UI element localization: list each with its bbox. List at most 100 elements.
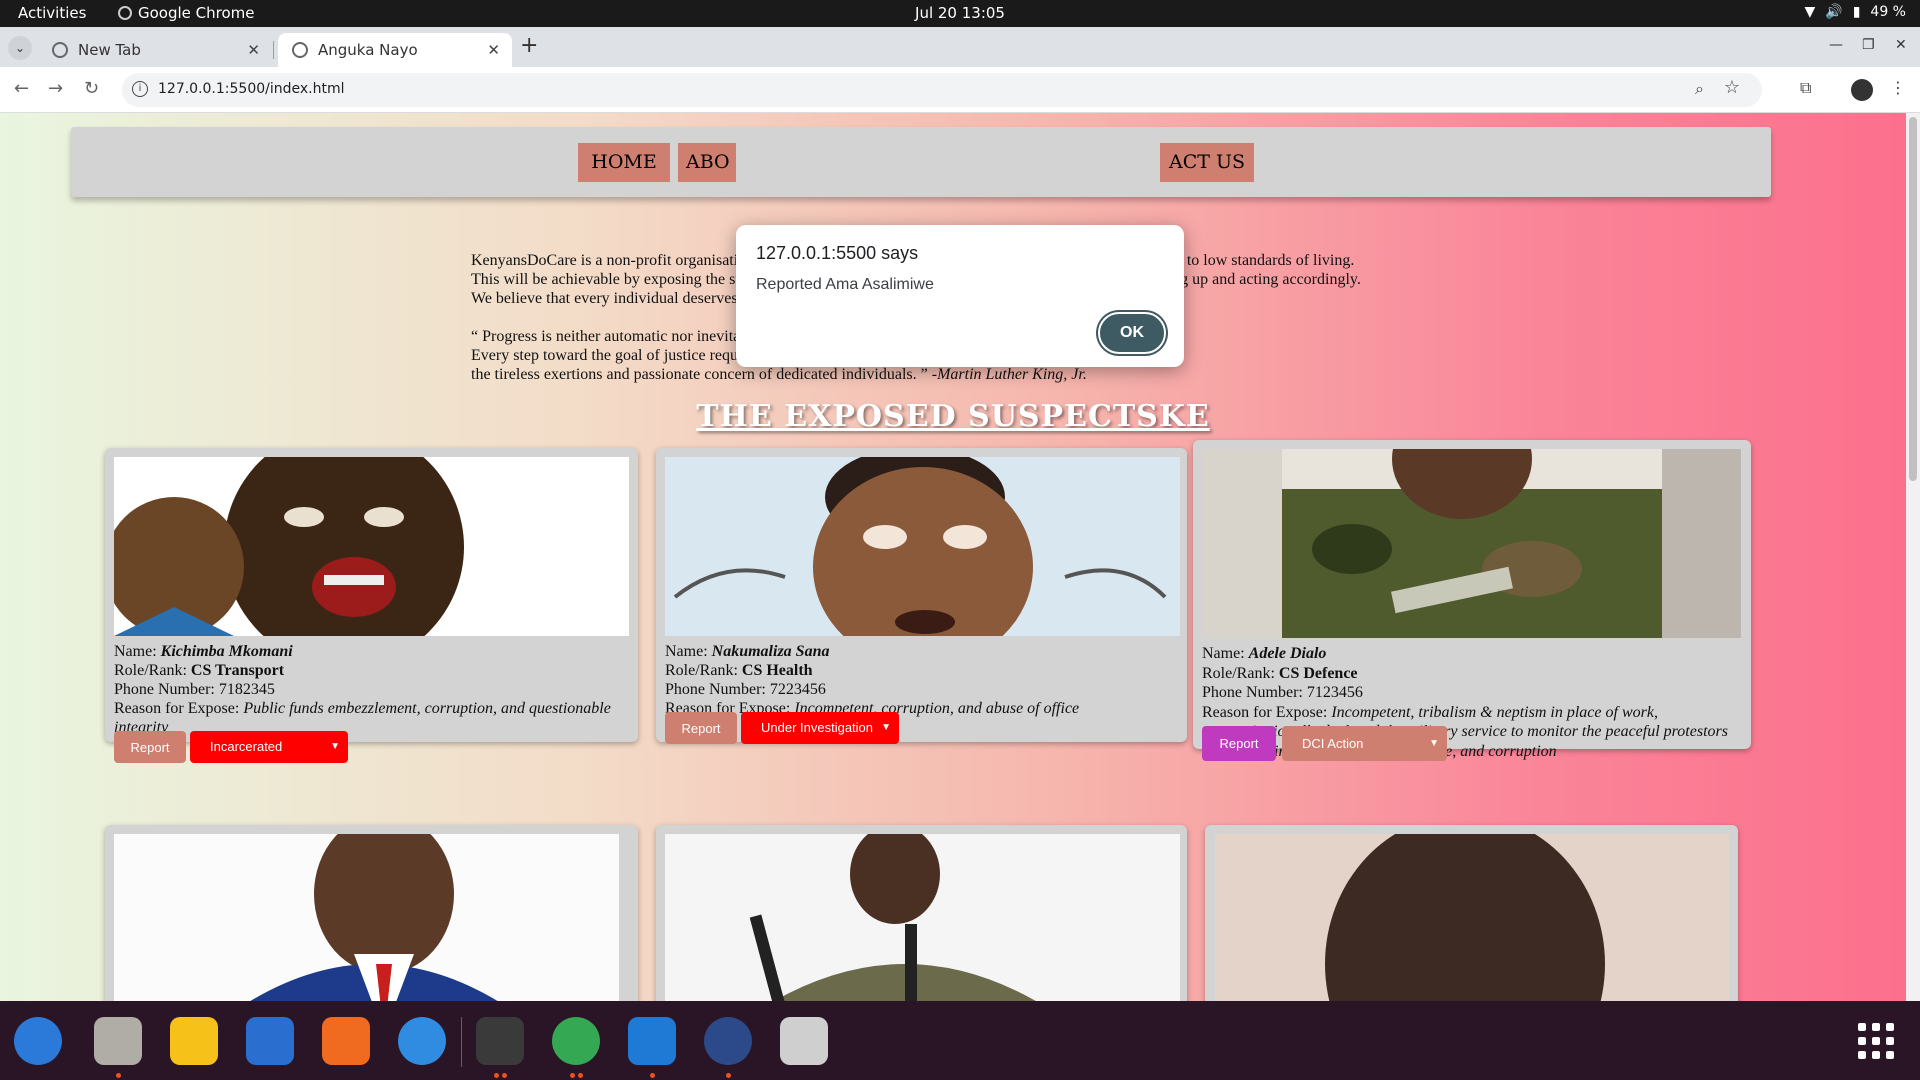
ok-button[interactable]: OK <box>1098 312 1166 354</box>
suspect-photo <box>665 834 1180 1001</box>
page-scrollbar[interactable] <box>1906 113 1920 1001</box>
quote-line: the tireless exertions and passionate co… <box>471 365 1471 384</box>
suspect-phone: 7223456 <box>769 681 826 698</box>
suspect-role: CS Defence <box>1278 664 1358 682</box>
show-apps-icon[interactable] <box>1858 1023 1894 1059</box>
power-app-icon[interactable] <box>704 1017 752 1065</box>
status-value: Incarcerated <box>210 739 283 754</box>
tab-label: Anguka Nayo <box>318 41 418 59</box>
phone-label: Phone Number: <box>665 681 770 698</box>
role-label: Role/Rank: <box>1202 664 1279 682</box>
report-button[interactable]: Report <box>114 731 186 763</box>
help-icon[interactable] <box>398 1017 446 1065</box>
suspect-card: Name: Nakumaliza Sana Role/Rank: CS Heal… <box>656 448 1187 744</box>
chevron-down-icon: ▼ <box>881 722 891 733</box>
kebab-menu-icon[interactable]: ⋮ <box>1890 78 1906 97</box>
chevron-down-icon: ▼ <box>330 741 340 752</box>
name-label: Name: <box>114 643 161 660</box>
nav-about[interactable]: ABO <box>678 143 736 182</box>
site-navbar: HOME ABO ACT US <box>71 127 1771 197</box>
site-info-icon[interactable]: i <box>132 81 148 97</box>
scrollbar-thumb[interactable] <box>1909 117 1917 481</box>
tab-anguka-nayo[interactable]: Anguka Nayo ✕ <box>278 33 512 67</box>
vscode-icon[interactable] <box>628 1017 676 1065</box>
dialog-message: Reported Ama Asalimiwe <box>756 276 934 293</box>
suspect-name: Kichimba Mkomani <box>160 643 293 660</box>
chrome-icon <box>118 6 132 20</box>
reload-icon[interactable]: ↻ <box>84 78 99 99</box>
activities-button[interactable]: Activities <box>18 4 86 22</box>
phone-label: Phone Number: <box>1202 684 1307 701</box>
page-viewport: HOME ABO ACT US KenyansDoCare is a non-p… <box>0 113 1920 1001</box>
role-label: Role/Rank: <box>114 662 191 679</box>
address-bar[interactable]: i 127.0.0.1:5500/index.html ⌕ ☆ <box>122 73 1762 107</box>
profile-avatar-icon[interactable] <box>1851 79 1873 101</box>
globe-favicon-icon <box>292 42 308 58</box>
tab-strip: ⌄ New Tab ✕ Anguka Nayo ✕ <box>0 27 1920 67</box>
tab-label: New Tab <box>78 41 141 59</box>
role-label: Role/Rank: <box>665 662 742 679</box>
suspect-name: Adele Dialo <box>1248 645 1327 662</box>
volume-icon: 🔊 <box>1825 4 1843 20</box>
browser-toolbar: ← → ↻ i 127.0.0.1:5500/index.html ⌕ ☆ ⧉ … <box>0 67 1920 113</box>
suspect-card <box>105 825 638 1001</box>
name-label: Name: <box>1202 645 1249 662</box>
chevron-down-icon: ▼ <box>1429 738 1439 749</box>
rhythmbox-icon[interactable] <box>170 1017 218 1065</box>
restore-icon[interactable]: ❐ <box>1862 37 1875 53</box>
battery-percent: 49 % <box>1870 4 1906 20</box>
status-select[interactable]: Under Investigation ▼ <box>741 712 899 744</box>
system-top-bar: Activities Google Chrome Jul 20 13:05 ▼ … <box>0 0 1920 27</box>
libreoffice-writer-icon[interactable] <box>246 1017 294 1065</box>
status-select[interactable]: DCI Action ▼ <box>1282 726 1447 761</box>
phone-label: Phone Number: <box>114 681 219 698</box>
extensions-puzzle-icon[interactable]: ⧉ <box>1800 78 1811 98</box>
terminal-icon[interactable] <box>476 1017 524 1065</box>
suspect-photo <box>114 834 619 1001</box>
close-window-icon[interactable]: ✕ <box>1895 37 1907 53</box>
wifi-icon: ▼ <box>1804 4 1816 20</box>
app-menu[interactable]: Google Chrome <box>118 4 255 22</box>
close-tab-icon[interactable]: ✕ <box>487 41 500 59</box>
chrome-dock-icon[interactable] <box>552 1017 600 1065</box>
status-select[interactable]: Incarcerated ▼ <box>190 731 348 763</box>
nav-home[interactable]: HOME <box>578 143 670 182</box>
suspect-card: Name: Kichimba Mkomani Role/Rank: CS Tra… <box>105 448 638 763</box>
alert-dialog: 127.0.0.1:5500 says Reported Ama Asalimi… <box>736 225 1184 367</box>
suspect-photo <box>1202 449 1741 638</box>
suspect-phone: 7182345 <box>218 681 275 698</box>
app-center-icon[interactable] <box>322 1017 370 1065</box>
dock <box>0 1001 1920 1080</box>
forward-arrow-icon[interactable]: → <box>48 78 63 99</box>
zoom-icon[interactable]: ⌕ <box>1695 79 1704 99</box>
suspect-phone: 7123456 <box>1306 684 1363 701</box>
app-name: Google Chrome <box>138 4 255 22</box>
status-value: Under Investigation <box>761 720 874 735</box>
tab-search-button[interactable]: ⌄ <box>8 36 32 60</box>
thunderbird-icon[interactable] <box>14 1017 62 1065</box>
nav-contact-us[interactable]: ACT US <box>1160 143 1254 182</box>
chrome-favicon-icon <box>52 42 68 58</box>
system-status-area[interactable]: ▼ 🔊 ▮ 49 % <box>1804 4 1906 20</box>
close-tab-icon[interactable]: ✕ <box>247 41 260 59</box>
report-button[interactable]: Report <box>665 712 737 744</box>
files-icon[interactable] <box>94 1017 142 1065</box>
minimize-icon[interactable]: — <box>1829 37 1843 53</box>
trash-icon[interactable] <box>780 1017 828 1065</box>
quote-author: -Martin Luther King, Jr. <box>931 366 1087 383</box>
bookmark-star-icon[interactable]: ☆ <box>1724 77 1740 98</box>
quote-text: the tireless exertions and passionate co… <box>471 366 928 383</box>
status-value: DCI Action <box>1302 736 1364 751</box>
clock[interactable]: Jul 20 13:05 <box>0 4 1920 22</box>
back-arrow-icon[interactable]: ← <box>14 78 29 99</box>
suspect-photo-caricature <box>665 457 1180 636</box>
section-title: THE EXPOSED SUSPECTSKE <box>696 399 1210 434</box>
tab-new-tab[interactable]: New Tab ✕ <box>38 33 274 67</box>
name-label: Name: <box>665 643 712 660</box>
new-tab-plus-icon[interactable]: + <box>520 33 538 58</box>
report-button[interactable]: Report <box>1202 726 1276 761</box>
suspect-card <box>1205 825 1738 1001</box>
dialog-title: 127.0.0.1:5500 says <box>756 243 919 263</box>
reason-label: Reason for Expose: <box>1202 703 1332 721</box>
url-text[interactable]: 127.0.0.1:5500/index.html <box>158 81 345 97</box>
